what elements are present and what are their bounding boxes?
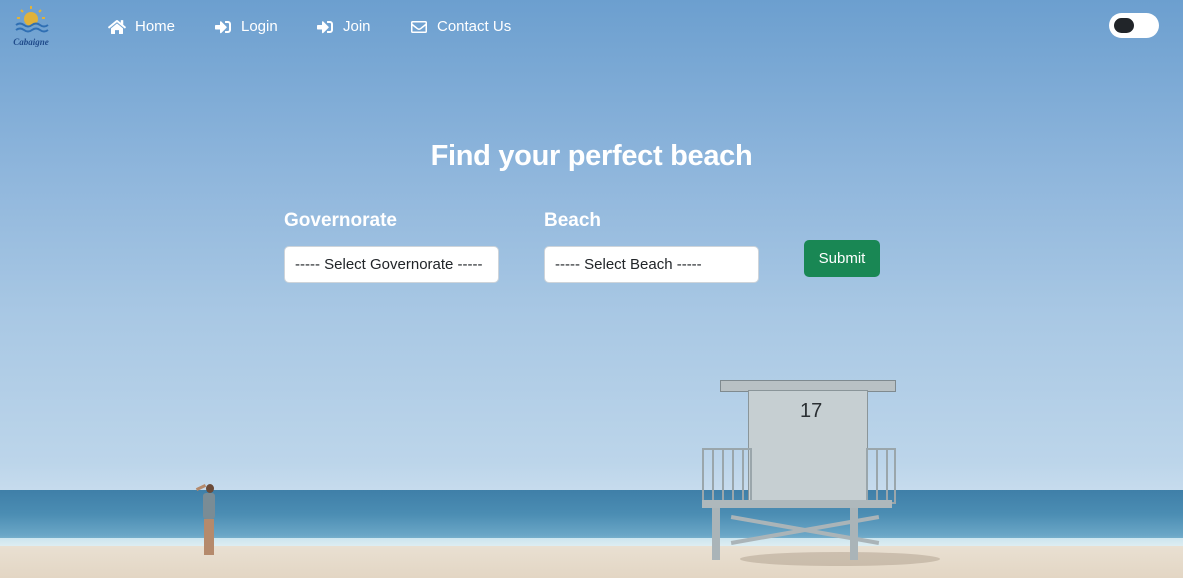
envelope-icon bbox=[411, 20, 427, 33]
top-navbar: Cabaigne Home Login Join Contact Us bbox=[0, 0, 1183, 56]
tower-leg bbox=[712, 508, 720, 560]
theme-toggle[interactable] bbox=[1109, 13, 1159, 38]
submit-button[interactable]: Submit bbox=[804, 240, 880, 277]
home-icon bbox=[108, 19, 126, 34]
beach-select[interactable]: ----- Select Beach ----- bbox=[544, 246, 759, 283]
sign-in-icon bbox=[215, 20, 231, 33]
nav-join[interactable]: Join bbox=[316, 18, 371, 35]
nav-login[interactable]: Login bbox=[214, 18, 278, 35]
tower-leg bbox=[850, 508, 858, 560]
beach-background: 17 bbox=[0, 0, 1183, 578]
beach-label: Beach bbox=[544, 210, 602, 231]
sign-in-icon bbox=[317, 20, 333, 33]
governorate-label: Governorate bbox=[284, 210, 397, 231]
tower-number: 17 bbox=[800, 400, 823, 422]
person-legs bbox=[204, 519, 214, 555]
tower-railing-right bbox=[866, 448, 896, 504]
nav-home[interactable]: Home bbox=[108, 18, 175, 35]
person-head bbox=[206, 484, 214, 493]
governorate-select-value: ----- Select Governorate ----- bbox=[295, 256, 483, 273]
tower-deck bbox=[702, 500, 892, 508]
beach-select-value: ----- Select Beach ----- bbox=[555, 256, 702, 273]
brand-logo[interactable]: Cabaigne bbox=[6, 4, 56, 50]
nav-join-label: Join bbox=[343, 18, 371, 35]
governorate-select[interactable]: ----- Select Governorate ----- bbox=[284, 246, 499, 283]
sun-waves-icon bbox=[15, 6, 49, 33]
person-arm bbox=[195, 484, 207, 491]
nav-home-label: Home bbox=[135, 18, 176, 35]
person-on-beach bbox=[195, 484, 222, 556]
nav-contact[interactable]: Contact Us bbox=[410, 18, 511, 35]
sand bbox=[0, 546, 1183, 578]
nav-contact-label: Contact Us bbox=[437, 18, 512, 35]
tower-railing-left bbox=[702, 448, 752, 504]
page-title: Find your perfect beach bbox=[430, 140, 753, 172]
person-body bbox=[203, 493, 215, 519]
brand-name: Cabaigne bbox=[13, 37, 49, 47]
nav-login-label: Login bbox=[241, 18, 278, 35]
toggle-knob bbox=[1114, 18, 1134, 33]
lifeguard-tower: 17 bbox=[690, 378, 900, 568]
